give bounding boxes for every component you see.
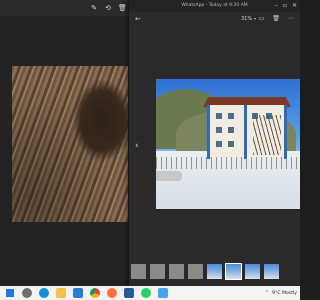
delete-icon[interactable]: 🗑 (272, 12, 280, 26)
zoom-chevron-down-icon[interactable]: ▾ (254, 12, 256, 26)
photo-viewer-window: WhatsApp - Today at 9:20 AM – ▫ ✕ ← 31% … (129, 0, 300, 286)
chrome-icon[interactable] (90, 288, 100, 298)
weather-widget[interactable]: 9°C Mostly (272, 291, 297, 296)
filmstrip-thumbnail[interactable] (131, 264, 146, 279)
background-toolbar: ✎ ⟲ 🗑 (0, 0, 130, 16)
close-icon[interactable]: ✕ (292, 0, 297, 12)
filmstrip (129, 263, 302, 282)
taskbar: ⌃ 9°C Mostly (0, 286, 300, 300)
more-icon[interactable]: ⋯ (288, 12, 294, 26)
delete-icon[interactable]: 🗑 (118, 4, 127, 12)
filmstrip-thumbnail[interactable] (264, 264, 279, 279)
filmstrip-thumbnail[interactable] (188, 264, 203, 279)
previous-photo-arrow-icon[interactable]: ‹ (135, 141, 139, 151)
word-icon[interactable] (124, 288, 134, 298)
windows-start-icon[interactable] (6, 289, 14, 297)
filmstrip-thumbnail-selected[interactable] (225, 263, 242, 280)
photos-icon[interactable] (158, 288, 168, 298)
minimize-icon[interactable]: – (275, 0, 278, 12)
viewer-toolbar: ← 31% ▾ ▭ 🗑 ⋯ (129, 12, 300, 26)
rock-cave-photo (12, 66, 128, 222)
rotate-icon[interactable]: ⟲ (104, 4, 112, 12)
chevron-up-icon[interactable]: ⌃ (265, 290, 269, 296)
filmstrip-thumbnail[interactable] (207, 264, 222, 279)
school-building-photo (156, 79, 300, 209)
zoom-level[interactable]: 31% (241, 12, 252, 26)
file-explorer-icon[interactable] (56, 288, 66, 298)
system-tray: ⌃ 9°C Mostly (265, 286, 297, 300)
fit-to-window-icon[interactable]: ▭ (259, 12, 265, 26)
maximize-icon[interactable]: ▫ (283, 0, 287, 12)
viewer-titlebar: WhatsApp - Today at 9:20 AM – ▫ ✕ (129, 0, 300, 12)
search-icon[interactable] (22, 288, 32, 298)
back-arrow-icon[interactable]: ← (135, 12, 141, 26)
filmstrip-thumbnail[interactable] (245, 264, 260, 279)
store-icon[interactable] (73, 288, 83, 298)
filmstrip-thumbnail[interactable] (169, 264, 184, 279)
whatsapp-icon[interactable] (141, 288, 151, 298)
edge-icon[interactable] (39, 288, 49, 298)
background-photos-window: ✎ ⟲ 🗑 (0, 0, 130, 286)
firefox-icon[interactable] (107, 288, 117, 298)
filmstrip-thumbnail[interactable] (150, 264, 165, 279)
edit-icon[interactable]: ✎ (90, 4, 98, 12)
